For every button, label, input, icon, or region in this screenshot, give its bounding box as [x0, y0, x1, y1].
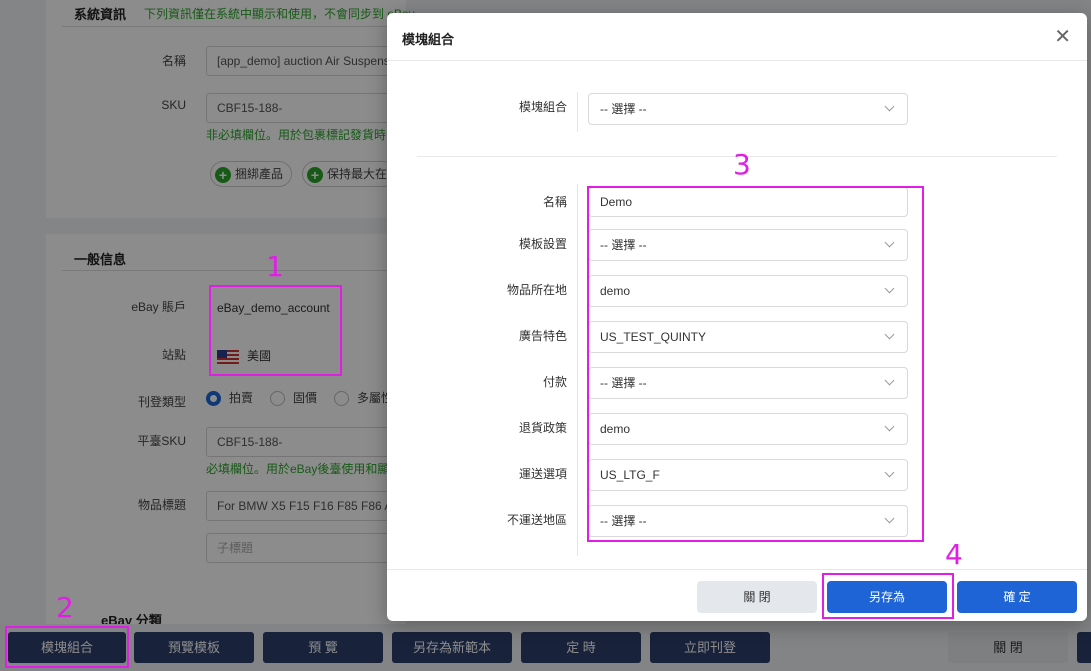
field-label-exclude-region: 不運送地區 [506, 513, 567, 527]
confirm-button[interactable]: 確 定 [957, 581, 1077, 613]
field-label-template: 模板設置 [518, 237, 567, 251]
dialog-footer: 關 閉 另存為 確 定 [387, 569, 1087, 621]
dialog-title: 模塊組合 [402, 32, 455, 47]
annotation-box-4 [822, 573, 954, 619]
annotation-box-3 [587, 186, 924, 542]
dialog-header: 模塊組合 ✕ [387, 13, 1087, 61]
annotation-number-1: 1 [266, 250, 284, 283]
annotation-box-1 [209, 285, 342, 376]
field-label-location: 物品所在地 [506, 283, 567, 297]
close-icon[interactable]: ✕ [1054, 25, 1071, 49]
field-label-return-policy: 退貨政策 [518, 421, 567, 435]
annotation-number-4: 4 [945, 538, 963, 571]
divider [577, 92, 578, 132]
annotation-number-3: 3 [733, 148, 751, 181]
field-label-payment: 付款 [542, 375, 567, 389]
chevron-down-icon [883, 94, 897, 124]
field-label-name: 名稱 [542, 195, 567, 209]
field-label-shipping: 運送選項 [518, 467, 567, 481]
annotation-number-2: 2 [56, 591, 74, 624]
annotation-box-2 [5, 626, 129, 668]
dialog-close-button[interactable]: 關 閉 [697, 581, 817, 613]
field-label-ad-feature: 廣告特色 [518, 329, 567, 343]
divider [577, 184, 578, 556]
combo-label: 模塊組合 [518, 100, 567, 114]
combo-select[interactable]: -- 選擇 -- [588, 93, 908, 125]
